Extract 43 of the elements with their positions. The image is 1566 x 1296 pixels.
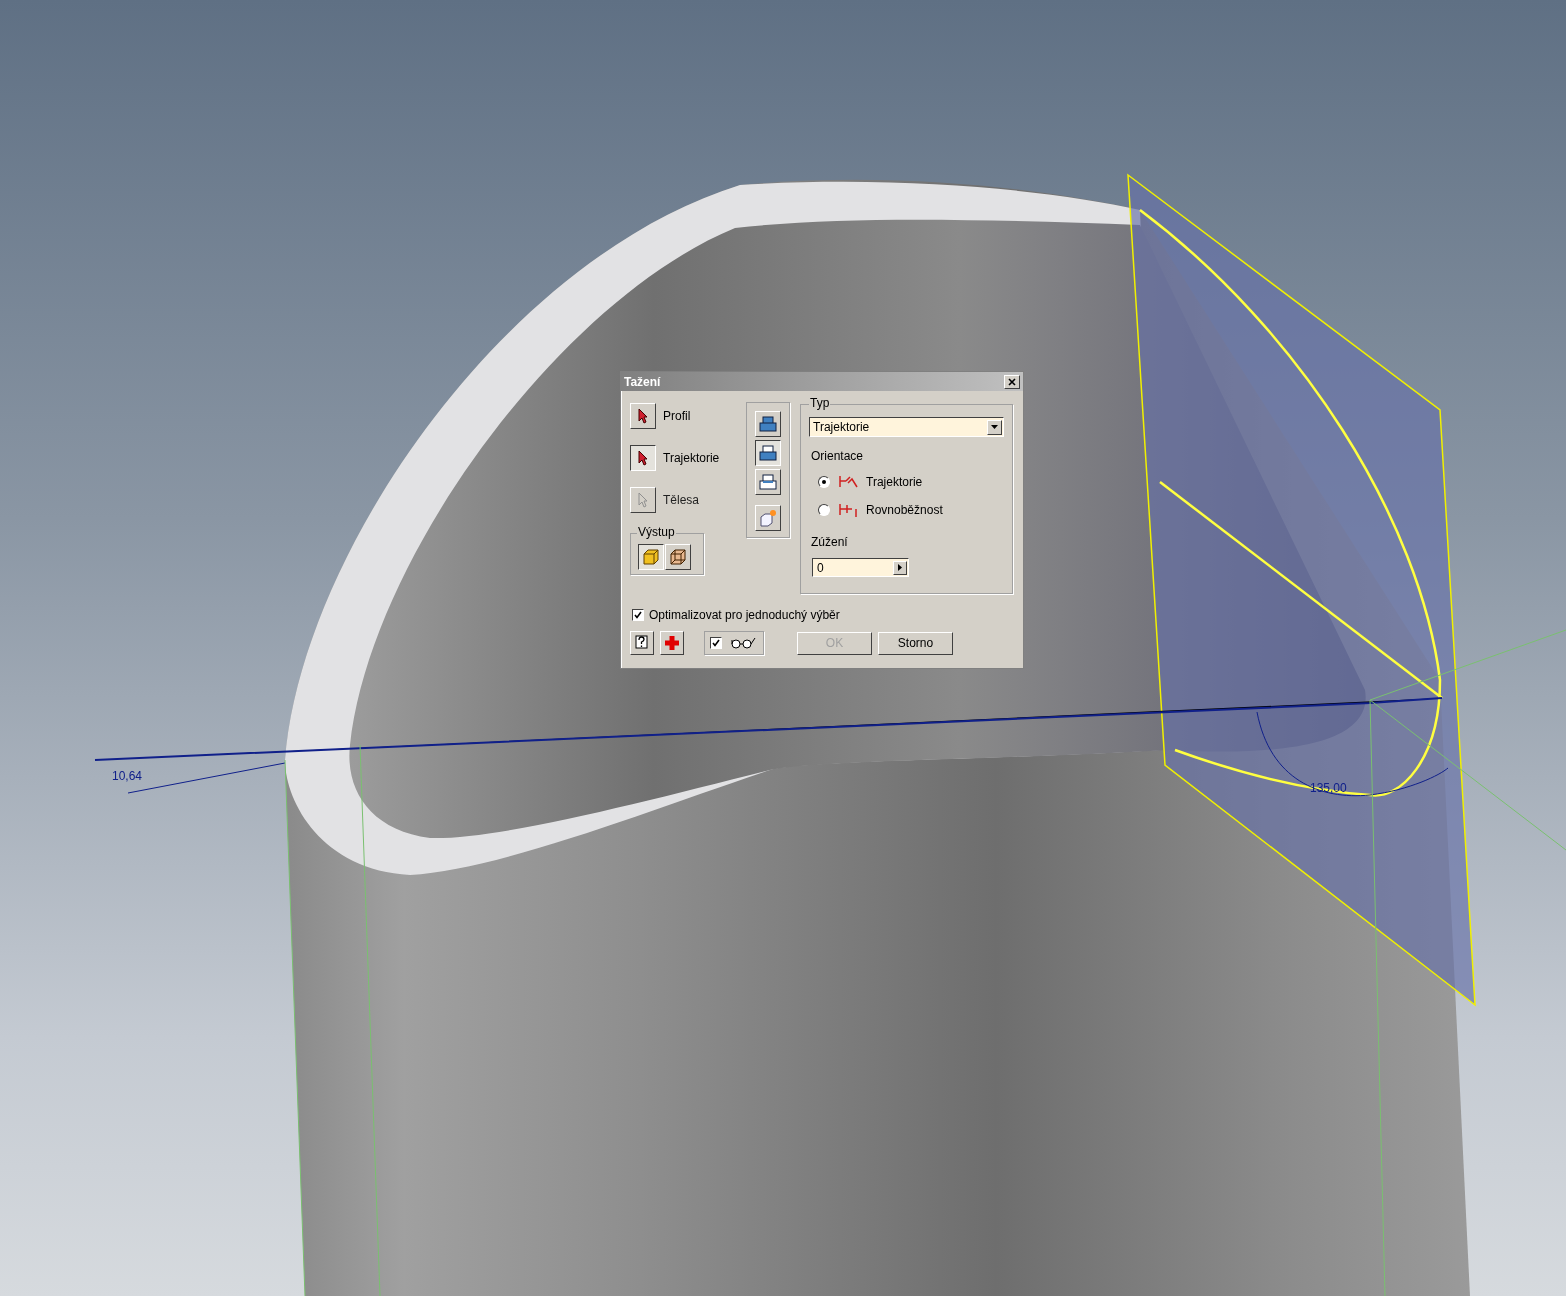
radio-label: Rovnoběžnost xyxy=(866,502,943,519)
join-icon xyxy=(759,415,777,433)
cursor-arrow-icon xyxy=(638,408,648,424)
type-dropdown[interactable]: Trajektorie xyxy=(809,417,1004,437)
selector-label: Profil xyxy=(663,408,691,425)
parallel-orientation-icon xyxy=(838,503,858,517)
checkbox-label: Optimalizovat pro jednoduchý výběr xyxy=(649,607,840,624)
arrow-right-icon xyxy=(898,564,902,571)
group-label: Výstup xyxy=(637,526,676,538)
checkbox[interactable] xyxy=(632,609,644,621)
selector-label: Tělesa xyxy=(663,492,700,509)
solid-cube-icon xyxy=(642,548,660,566)
taper-label: Zúžení xyxy=(811,534,849,551)
intersect-icon xyxy=(759,473,777,491)
help-button[interactable] xyxy=(630,631,654,655)
close-icon xyxy=(1008,377,1016,386)
path-orientation-icon xyxy=(838,475,858,489)
glasses-icon xyxy=(729,637,757,649)
cut-icon xyxy=(759,444,777,462)
cancel-button[interactable]: Storno xyxy=(878,631,953,655)
preview-toggle[interactable] xyxy=(704,631,764,655)
plus-icon xyxy=(664,635,680,651)
dropdown-caret-icon xyxy=(991,425,998,429)
group-label: Typ xyxy=(809,397,831,409)
orientation-label: Orientace xyxy=(811,448,865,465)
new-body-icon xyxy=(759,509,777,527)
add-button[interactable] xyxy=(660,631,684,655)
operation-button[interactable] xyxy=(755,440,781,466)
selector-label: Trajektorie xyxy=(663,450,720,467)
radio-button[interactable] xyxy=(818,476,830,488)
close-button[interactable] xyxy=(1004,374,1020,389)
cursor-arrow-icon xyxy=(638,492,648,508)
cursor-arrow-icon xyxy=(638,450,648,466)
radio-label: Trajektorie xyxy=(866,474,923,491)
checkbox[interactable] xyxy=(710,637,722,649)
selector-button[interactable] xyxy=(630,445,656,471)
radio-button[interactable] xyxy=(818,504,830,516)
wireframe-cube-icon xyxy=(669,548,687,566)
help-icon xyxy=(635,635,649,651)
window-title: Tažení xyxy=(624,373,661,391)
output-toggle[interactable] xyxy=(638,544,664,570)
taper-input-field[interactable]: 0 xyxy=(812,558,909,577)
dimension-label: 10,64 xyxy=(112,770,143,782)
